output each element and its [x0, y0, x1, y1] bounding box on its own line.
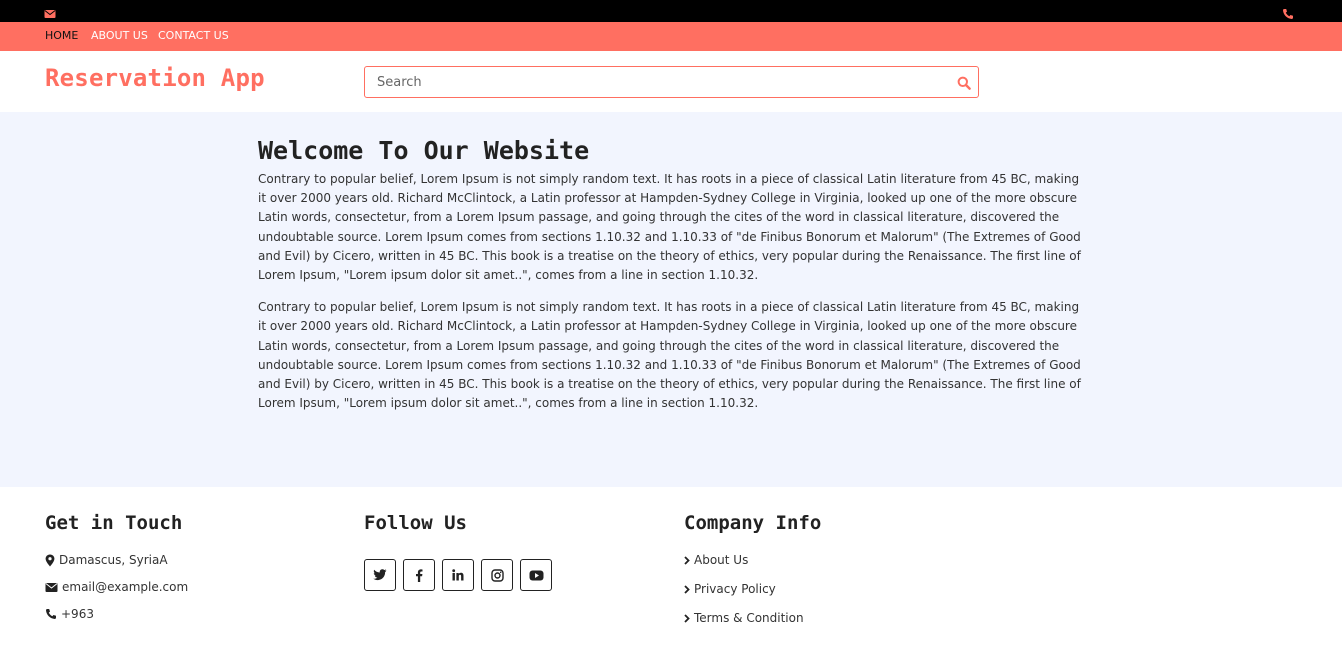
body-paragraph-2: Contrary to popular belief, Lorem Ipsum … — [258, 300, 1081, 411]
contact-address: Damascus, SyriaA — [45, 553, 168, 567]
contact-email-text[interactable]: email@example.com — [62, 580, 188, 594]
envelope-icon[interactable] — [44, 5, 56, 18]
brand-logo-text[interactable]: Reservation App — [45, 64, 265, 92]
youtube-icon — [529, 570, 543, 580]
instagram-button[interactable] — [481, 559, 513, 591]
linkedin-icon — [452, 569, 464, 581]
body-paragraph-1: Contrary to popular belief, Lorem Ipsum … — [258, 172, 1081, 283]
footer-company-title: Company Info — [684, 512, 822, 534]
contact-phone-text: +963 — [61, 607, 94, 621]
footer-company-column: Company Info About Us Privacy Policy Ter… — [684, 511, 822, 625]
search-icon[interactable] — [957, 75, 971, 90]
footer-link-privacy-policy[interactable]: Privacy Policy — [684, 582, 776, 596]
instagram-icon — [490, 568, 504, 582]
footer-link-terms-condition[interactable]: Terms & Condition — [684, 611, 804, 625]
top-bar — [0, 0, 1342, 22]
search-input[interactable] — [365, 67, 945, 97]
social-links — [364, 559, 559, 591]
phone-icon — [46, 609, 56, 619]
footer-link-label[interactable]: About Us — [694, 553, 748, 567]
contact-email: email@example.com — [45, 580, 188, 594]
chevron-right-icon — [684, 584, 690, 594]
footer-follow-column: Follow Us — [364, 511, 552, 591]
map-marker-icon — [45, 554, 55, 566]
twitter-button[interactable] — [364, 559, 396, 591]
contact-address-text: Damascus, SyriaA — [59, 553, 168, 567]
site-footer: Get in Touch Damascus, SyriaA email@exam… — [0, 487, 1342, 652]
chevron-right-icon — [684, 613, 690, 623]
twitter-icon — [373, 569, 387, 581]
footer-link-about-us[interactable]: About Us — [684, 553, 748, 567]
footer-link-label[interactable]: Privacy Policy — [694, 582, 776, 596]
contact-phone: +963 — [45, 607, 94, 621]
facebook-icon — [416, 568, 423, 582]
nav-item-contact-us[interactable]: CONTACT US — [158, 29, 229, 42]
footer-link-label[interactable]: Terms & Condition — [694, 611, 804, 625]
chevron-right-icon — [684, 555, 690, 565]
phone-icon[interactable] — [1282, 5, 1294, 19]
nav-item-about-us[interactable]: ABOUT US — [91, 29, 148, 42]
nav-item-home[interactable]: HOME — [45, 29, 78, 42]
site-header: Reservation App — [0, 51, 1342, 112]
footer-contact-title: Get in Touch — [45, 512, 183, 534]
page-title: Welcome To Our Website — [258, 136, 590, 165]
linkedin-button[interactable] — [442, 559, 474, 591]
footer-contact-column: Get in Touch Damascus, SyriaA email@exam… — [45, 511, 188, 621]
footer-follow-title: Follow Us — [364, 512, 467, 534]
nav-bar: HOME ABOUT US CONTACT US — [0, 22, 1342, 51]
main-section: Welcome To Our Website Contrary to popul… — [0, 112, 1342, 487]
search-box — [364, 66, 979, 98]
envelope-icon — [45, 582, 58, 592]
youtube-button[interactable] — [520, 559, 552, 591]
facebook-button[interactable] — [403, 559, 435, 591]
welcome-content: Welcome To Our Website Contrary to popul… — [258, 134, 1088, 413]
